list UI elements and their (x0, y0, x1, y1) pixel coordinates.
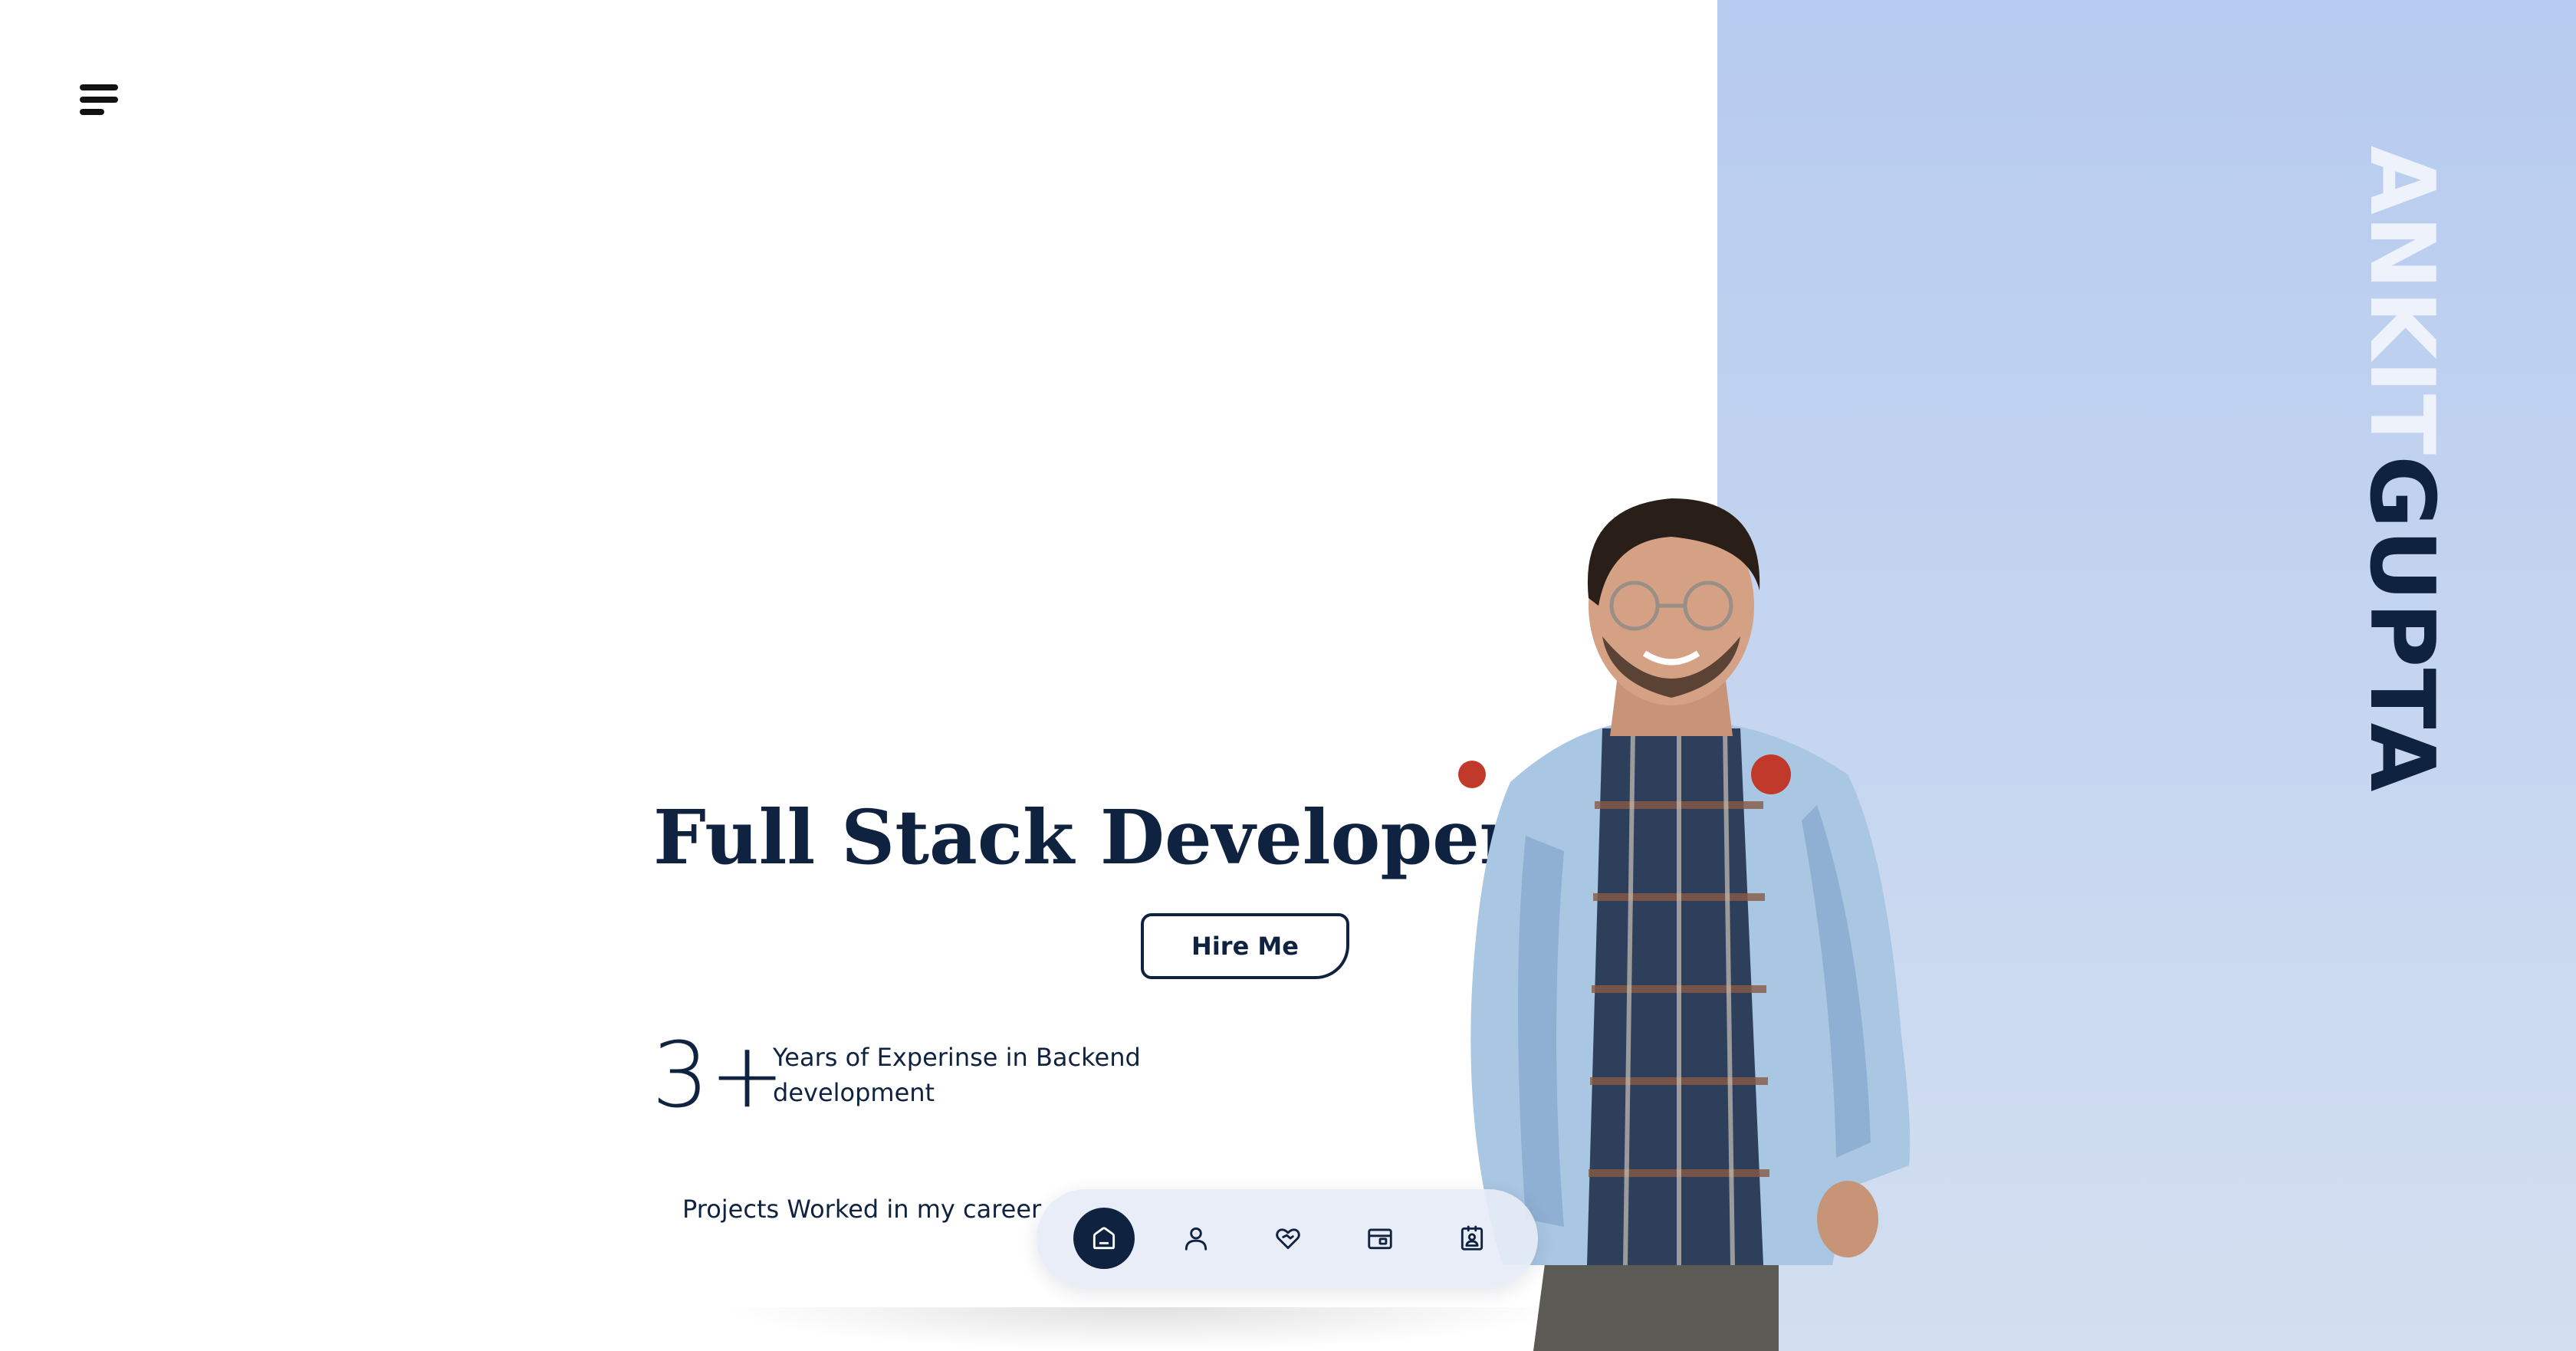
vertical-name: ANKITGUPTA (2350, 146, 2453, 792)
home-icon (1092, 1227, 1116, 1250)
nav-about[interactable] (1165, 1208, 1227, 1269)
projects-label: Projects Worked in my career (682, 1195, 1042, 1224)
experience-value: 3+ (652, 1022, 785, 1128)
portfolio-page: ANKITGUPTA Full Stack Developer Hire Me … (0, 0, 2576, 1351)
heart-handshake-icon (1276, 1228, 1300, 1250)
nav-contact[interactable] (1441, 1208, 1503, 1269)
user-icon (1184, 1227, 1208, 1251)
nav-services[interactable] (1257, 1208, 1319, 1269)
hire-me-button[interactable]: Hire Me (1141, 913, 1349, 979)
hero-title: Full Stack Developer (653, 794, 1519, 881)
briefcase-icon (1368, 1228, 1392, 1250)
name-first: ANKIT (2350, 146, 2453, 456)
nav-portfolio[interactable] (1349, 1208, 1411, 1269)
hamburger-menu-icon[interactable] (80, 84, 118, 118)
nav-home[interactable] (1073, 1208, 1135, 1269)
bottom-navigation (1037, 1189, 1538, 1287)
contact-card-icon (1460, 1225, 1484, 1251)
name-last: GUPTA (2350, 455, 2453, 793)
experience-label: Years of Experinse in Backend developmen… (773, 1043, 1141, 1107)
